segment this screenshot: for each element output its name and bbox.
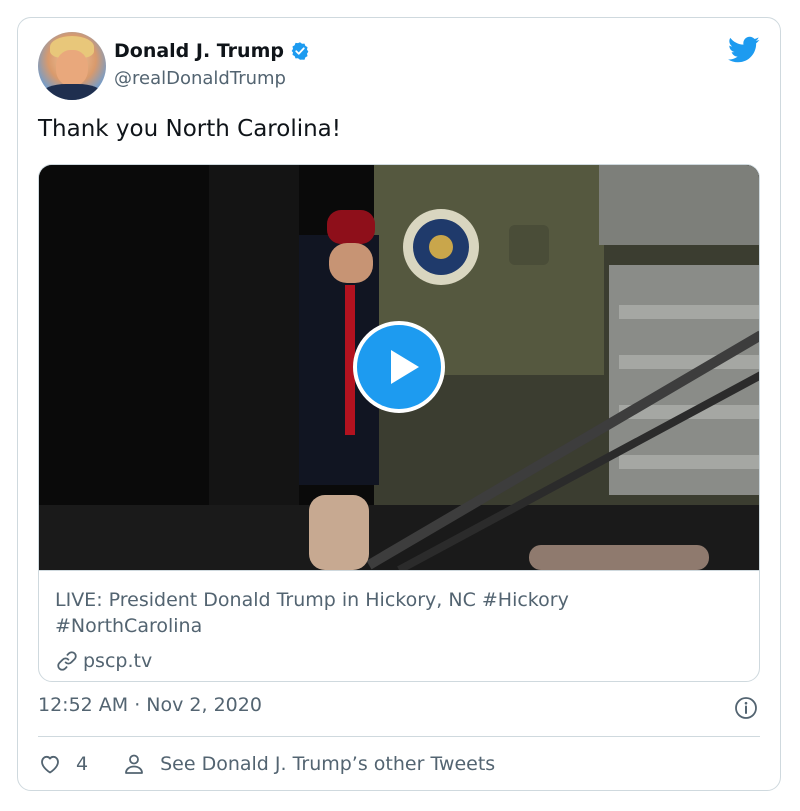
actions-divider (38, 736, 760, 737)
tweet-actions: 4 See Donald J. Trump’s other Tweets (38, 752, 495, 776)
avatar-suit (42, 84, 102, 100)
other-tweets-label[interactable]: See Donald J. Trump’s other Tweets (160, 753, 495, 775)
other-tweets-link[interactable]: See Donald J. Trump’s other Tweets (122, 752, 495, 776)
link-card-info[interactable]: LIVE: President Donald Trump in Hickory,… (39, 570, 759, 681)
heart-icon (41, 755, 59, 774)
profile-avatar[interactable] (38, 32, 106, 100)
link-card-title[interactable]: LIVE: President Donald Trump in Hickory,… (55, 587, 695, 639)
like-button[interactable]: 4 (38, 752, 88, 776)
play-icon (391, 350, 419, 384)
tweet-card: Donald J. Trump @realDonaldTrump Thank y… (17, 17, 781, 791)
link-card-domain[interactable]: pscp.tv (55, 649, 152, 673)
author-name[interactable]: Donald J. Trump (114, 40, 284, 62)
video-thumbnail[interactable] (39, 165, 759, 570)
twitter-bird-icon[interactable] (728, 36, 760, 64)
tweet-timestamp[interactable]: 12:52 AM · Nov 2, 2020 (38, 694, 262, 716)
avatar-face (56, 50, 88, 86)
media-card[interactable]: LIVE: President Donald Trump in Hickory,… (38, 164, 760, 682)
author-name-row[interactable]: Donald J. Trump (114, 40, 310, 62)
person-icon (125, 754, 143, 774)
play-button[interactable] (353, 321, 445, 413)
like-count[interactable]: 4 (76, 753, 88, 775)
link-domain-text[interactable]: pscp.tv (83, 650, 152, 672)
link-icon (57, 651, 77, 671)
info-icon[interactable] (734, 696, 758, 720)
tweet-text: Thank you North Carolina! (38, 116, 341, 142)
author-handle[interactable]: @realDonaldTrump (114, 68, 286, 89)
verified-badge-icon (291, 42, 309, 60)
